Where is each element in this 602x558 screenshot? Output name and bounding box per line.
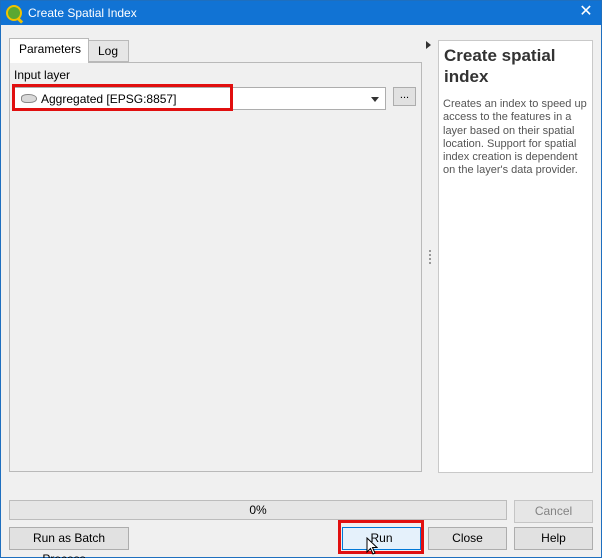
qgis-logo-icon	[6, 5, 22, 21]
input-layer-combobox[interactable]: Aggregated [EPSG:8857]	[13, 87, 386, 110]
parameters-panel	[9, 62, 422, 472]
progress-bar: 0%	[9, 500, 507, 520]
input-layer-value: Aggregated [EPSG:8857]	[41, 92, 177, 106]
collapse-help-icon[interactable]	[426, 41, 431, 49]
tab-log[interactable]: Log	[88, 40, 129, 62]
close-window-icon[interactable]: ✕	[577, 3, 595, 21]
help-button[interactable]: Help	[514, 527, 593, 550]
run-batch-button[interactable]: Run as Batch Process...	[9, 527, 129, 558]
chevron-down-icon[interactable]	[371, 97, 379, 102]
polygon-layer-icon	[21, 94, 37, 103]
cancel-button[interactable]: Cancel	[514, 500, 593, 523]
input-layer-label: Input layer	[14, 68, 71, 82]
window-title: Create Spatial Index	[28, 6, 137, 20]
run-button[interactable]: Run	[342, 527, 421, 550]
help-title: Create spatial index	[444, 46, 556, 86]
help-panel: Create spatial index Creates an index to…	[438, 40, 593, 473]
close-button[interactable]: Close	[428, 527, 507, 550]
mouse-cursor-icon	[366, 537, 378, 555]
browse-button[interactable]: ...	[393, 87, 416, 106]
splitter-handle[interactable]	[429, 250, 431, 264]
tab-parameters[interactable]: Parameters	[9, 38, 89, 63]
help-description: Creates an index to speed up access to t…	[443, 98, 587, 177]
title-bar[interactable]: Create Spatial Index ✕	[1, 1, 601, 25]
